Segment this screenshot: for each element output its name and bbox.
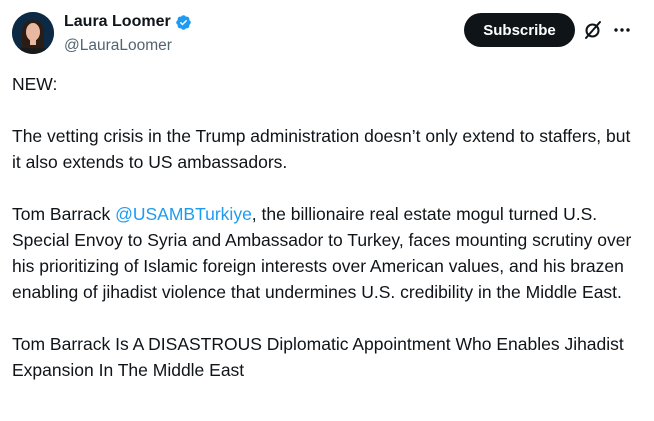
grok-icon[interactable]: [583, 20, 603, 40]
tweet-paragraph-4: Tom Barrack Is A DISASTROUS Diplomatic A…: [12, 334, 624, 380]
tweet-paragraph-1: NEW:: [12, 74, 58, 94]
mention-link[interactable]: @USAMBTurkiye: [115, 204, 252, 224]
avatar[interactable]: [12, 12, 54, 54]
subscribe-button[interactable]: Subscribe: [464, 13, 575, 47]
tweet-text: NEW: The vetting crisis in the Trump adm…: [12, 71, 642, 383]
author-handle[interactable]: @LauraLoomer: [64, 37, 172, 55]
tweet-paragraph-3-start: Tom Barrack: [12, 204, 116, 224]
verified-badge-icon: [175, 14, 192, 31]
more-options-icon[interactable]: [612, 20, 632, 40]
author-name-row: Laura Loomer: [64, 13, 192, 31]
tweet-paragraph-2: The vetting crisis in the Trump administ…: [12, 126, 631, 172]
tweet-paragraph-3: Tom Barrack @USAMBTurkiye, the billionai…: [12, 201, 642, 305]
author-display-name[interactable]: Laura Loomer: [64, 13, 171, 31]
